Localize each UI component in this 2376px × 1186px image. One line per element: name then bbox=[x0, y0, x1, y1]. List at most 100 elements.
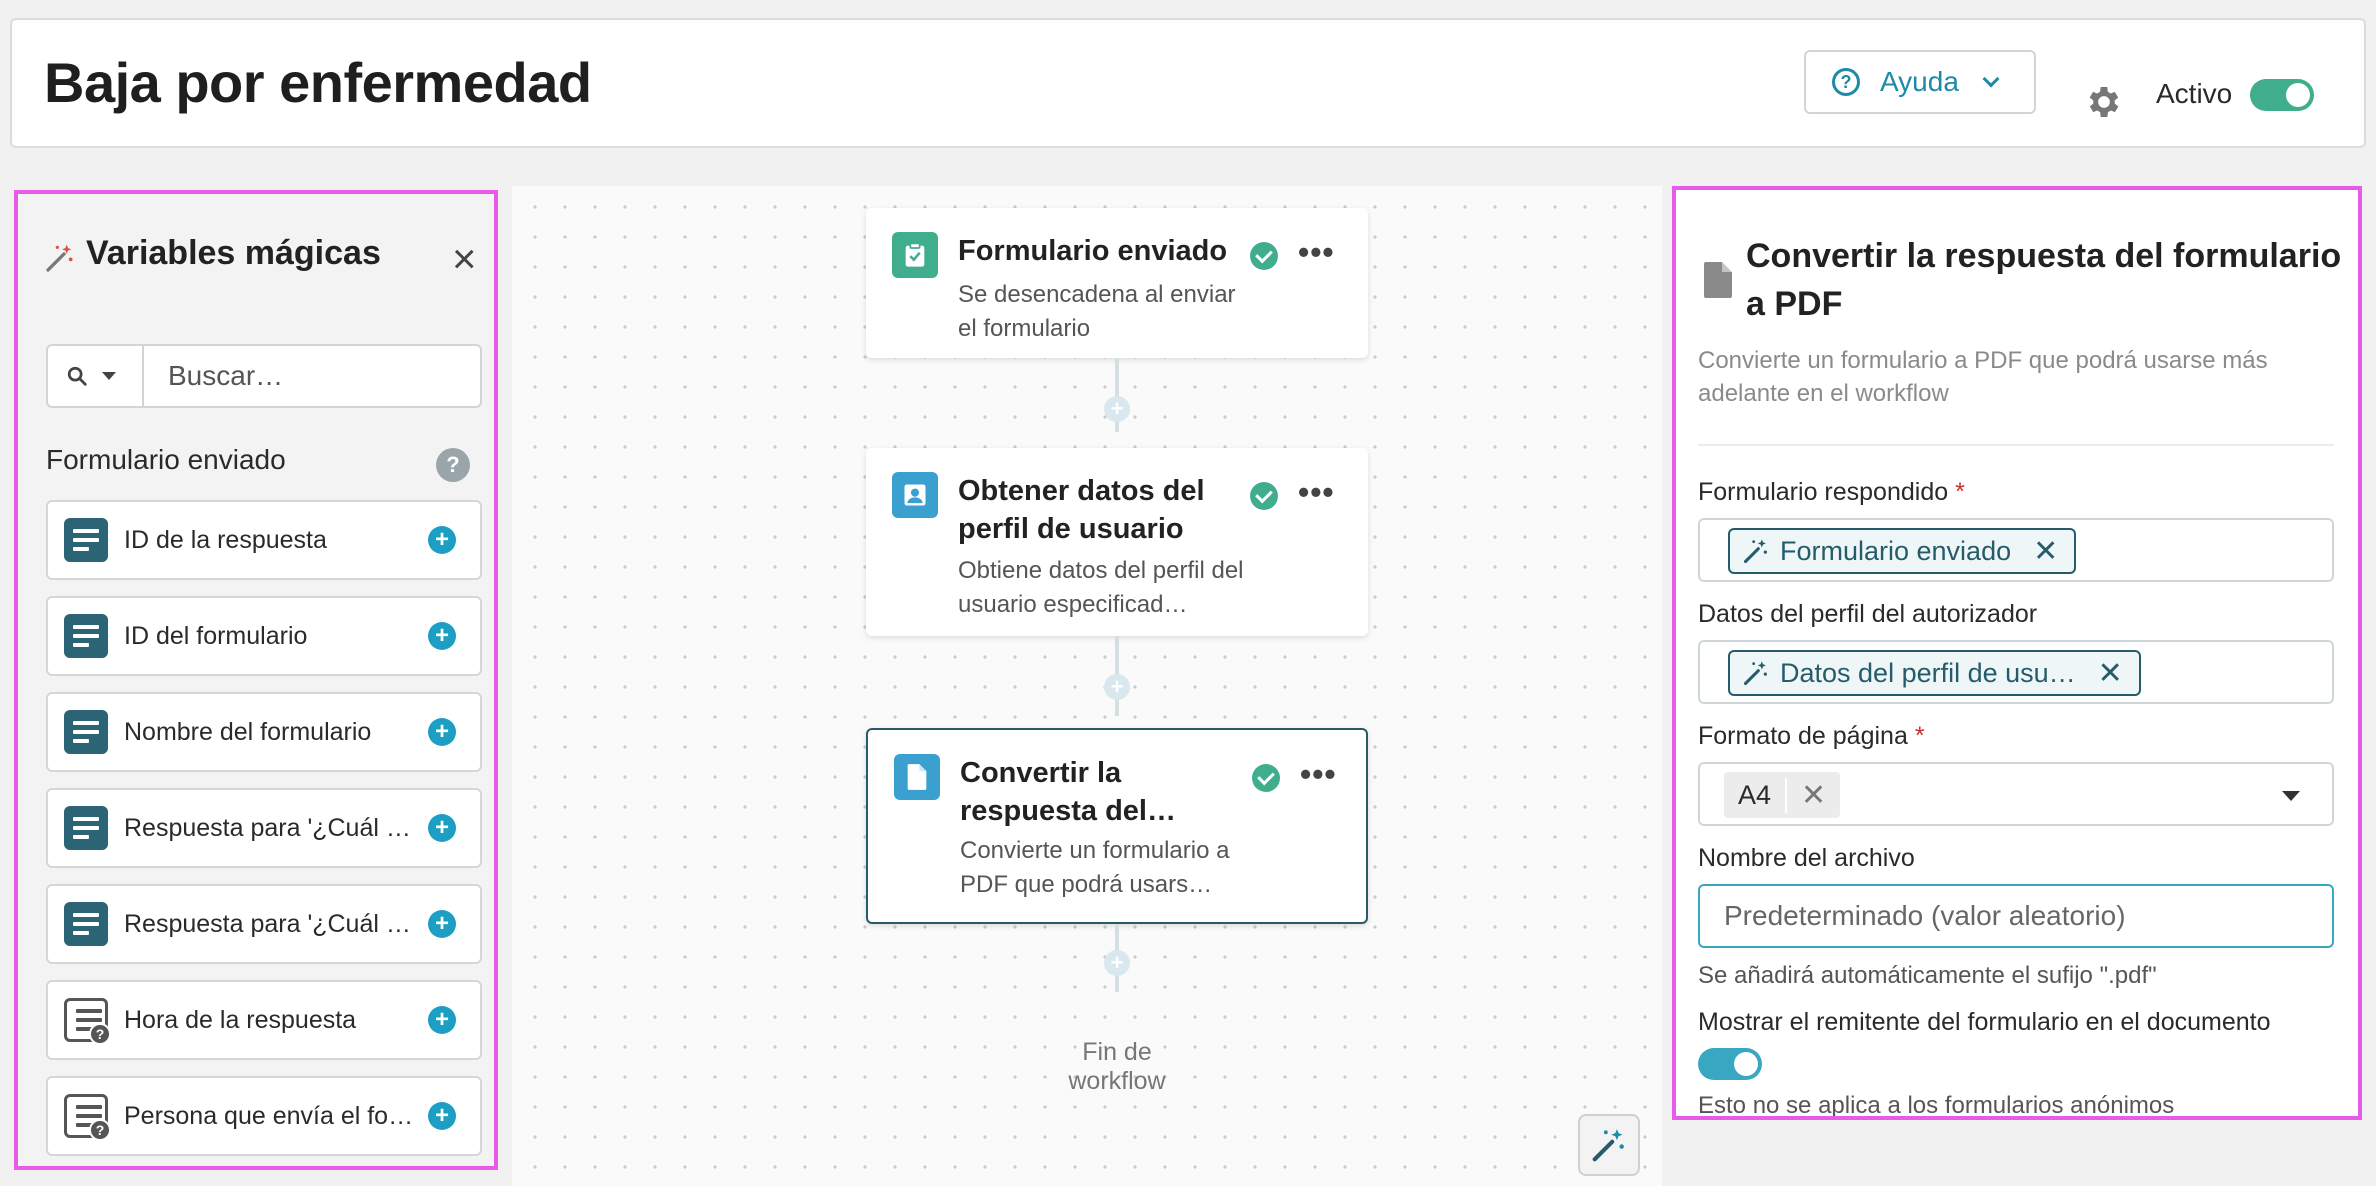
success-check-icon bbox=[1250, 482, 1278, 510]
success-check-icon bbox=[1252, 764, 1280, 792]
variable-list: ID de la respuesta + ID del formulario +… bbox=[46, 500, 482, 1166]
remove-icon[interactable]: ✕ bbox=[1785, 777, 1840, 813]
list-item-label: Respuesta para '¿Cuál e… bbox=[124, 909, 414, 938]
more-options-icon[interactable]: ••• bbox=[1298, 474, 1335, 511]
document-icon bbox=[894, 754, 940, 800]
question-icon: ? bbox=[1832, 68, 1860, 96]
workflow-node-convert-pdf[interactable]: Convertir la respuesta del… Convierte un… bbox=[866, 728, 1368, 924]
magic-wand-icon bbox=[1743, 539, 1767, 564]
list-item[interactable]: ? Hora de la respuesta + bbox=[46, 980, 482, 1060]
magic-wand-icon bbox=[46, 244, 73, 272]
help-button[interactable]: ? Ayuda bbox=[1804, 50, 2036, 114]
field-icon bbox=[64, 518, 108, 562]
filename-hint: Se añadirá automáticamente el sufijo ".p… bbox=[1698, 962, 2157, 989]
node-title: Obtener datos del perfil de usuario bbox=[958, 475, 1205, 545]
form-check-icon bbox=[892, 232, 938, 278]
field-unknown-icon: ? bbox=[64, 998, 111, 1045]
add-icon[interactable]: + bbox=[428, 814, 456, 842]
chip-label: Datos del perfil de usu… bbox=[1780, 657, 2076, 688]
help-circle-icon[interactable]: ? bbox=[436, 448, 470, 482]
add-icon[interactable]: + bbox=[428, 910, 456, 938]
filename-input[interactable] bbox=[1698, 884, 2334, 948]
filename-label: Nombre del archivo bbox=[1698, 844, 1915, 872]
divider bbox=[1698, 444, 2334, 446]
node-description: Obtiene datos del perfil del usuario esp… bbox=[958, 557, 1244, 618]
magic-wand-icon bbox=[1743, 661, 1767, 686]
user-icon bbox=[892, 472, 938, 518]
workflow-node-trigger[interactable]: Formulario enviado Se desencadena al env… bbox=[866, 208, 1368, 358]
panel-description: Convierte un formulario a PDF que podrá … bbox=[1698, 347, 2268, 407]
chip-label: Formulario enviado bbox=[1780, 535, 2012, 566]
show-sender-toggle[interactable] bbox=[1698, 1048, 1762, 1080]
add-step-icon[interactable]: + bbox=[1104, 396, 1130, 422]
add-step-icon[interactable]: + bbox=[1104, 674, 1130, 700]
workflow-node-get-profile[interactable]: Obtener datos del perfil de usuario Obti… bbox=[866, 448, 1368, 636]
app-header: Baja por enfermedad ? Ayuda Activo bbox=[10, 18, 2366, 148]
add-icon[interactable]: + bbox=[428, 1006, 456, 1034]
field-icon bbox=[64, 710, 108, 754]
panel-title: Variables mágicas bbox=[86, 234, 381, 272]
selected-option-label: A4 bbox=[1738, 779, 1772, 810]
caret-down-icon bbox=[102, 372, 116, 380]
add-icon[interactable]: + bbox=[428, 1102, 456, 1130]
help-label: Ayuda bbox=[1880, 66, 1959, 97]
field-icon bbox=[64, 806, 108, 850]
node-title: Formulario enviado bbox=[958, 235, 1228, 267]
add-icon[interactable]: + bbox=[428, 718, 456, 746]
magic-variables-button[interactable] bbox=[1578, 1114, 1640, 1176]
field-unknown-icon: ? bbox=[64, 1094, 111, 1141]
magic-wand-icon bbox=[1592, 1129, 1624, 1162]
magic-variables-panel: Variables mágicas × Formulario enviado ?… bbox=[14, 190, 498, 1170]
show-sender-label: Mostrar el remitente del formulario en e… bbox=[1698, 1008, 2271, 1036]
page-format-label: Formato de página * bbox=[1698, 722, 1925, 750]
active-toggle[interactable] bbox=[2250, 79, 2314, 111]
gear-icon[interactable] bbox=[2084, 82, 2124, 122]
field-icon bbox=[64, 614, 108, 658]
page-format-select[interactable]: A4 ✕ bbox=[1698, 762, 2334, 826]
form-field[interactable]: Formulario enviado ✕ bbox=[1698, 518, 2334, 582]
variable-chip[interactable]: Datos del perfil de usu… ✕ bbox=[1728, 650, 2141, 696]
list-item[interactable]: ID del formulario + bbox=[46, 596, 482, 676]
document-icon bbox=[1704, 262, 1732, 298]
step-config-panel: Convertir la respuesta del formulario a … bbox=[1672, 186, 2362, 1120]
node-title: Convertir la respuesta del… bbox=[960, 757, 1176, 827]
more-options-icon[interactable]: ••• bbox=[1300, 756, 1337, 793]
remove-icon[interactable]: ✕ bbox=[2098, 656, 2123, 691]
list-item[interactable]: Respuesta para '¿Cuál e… + bbox=[46, 884, 482, 964]
active-label: Activo bbox=[2156, 78, 2233, 109]
list-item[interactable]: ID de la respuesta + bbox=[46, 500, 482, 580]
chevron-down-icon bbox=[1982, 70, 2000, 88]
add-icon[interactable]: + bbox=[428, 526, 456, 554]
node-description: Convierte un formulario a PDF que podrá … bbox=[960, 837, 1230, 898]
list-item-label: Persona que envía el for… bbox=[124, 1101, 414, 1130]
close-icon[interactable]: × bbox=[452, 238, 477, 280]
list-item[interactable]: Nombre del formulario + bbox=[46, 692, 482, 772]
list-item-label: Nombre del formulario bbox=[124, 717, 372, 746]
caret-down-icon[interactable] bbox=[2282, 791, 2300, 801]
list-item[interactable]: ? Persona que envía el for… + bbox=[46, 1076, 482, 1156]
panel-title: Convertir la respuesta del formulario a … bbox=[1746, 237, 2342, 323]
more-options-icon[interactable]: ••• bbox=[1298, 234, 1335, 271]
workflow-end-label: Fin de workflow bbox=[1068, 1038, 1166, 1095]
form-field-label: Formulario respondido * bbox=[1698, 478, 1965, 506]
search-icon bbox=[67, 366, 87, 386]
node-description: Se desencadena al enviar el formulario bbox=[958, 281, 1236, 342]
variable-chip[interactable]: Formulario enviado ✕ bbox=[1728, 528, 2077, 574]
list-item-label: Respuesta para '¿Cuál e… bbox=[124, 813, 414, 842]
remove-icon[interactable]: ✕ bbox=[2033, 534, 2058, 569]
section-title: Formulario enviado bbox=[46, 444, 286, 475]
workflow-canvas[interactable]: Formulario enviado Se desencadena al env… bbox=[512, 186, 1662, 1186]
list-item-label: ID de la respuesta bbox=[124, 525, 327, 554]
success-check-icon bbox=[1250, 242, 1278, 270]
search-filter-select[interactable] bbox=[46, 344, 144, 408]
add-icon[interactable]: + bbox=[428, 622, 456, 650]
list-item[interactable]: Respuesta para '¿Cuál e… + bbox=[46, 788, 482, 868]
profile-field[interactable]: Datos del perfil de usu… ✕ bbox=[1698, 640, 2334, 704]
list-item-label: Hora de la respuesta bbox=[124, 1005, 357, 1034]
field-icon bbox=[64, 902, 108, 946]
list-item-label: ID del formulario bbox=[124, 621, 308, 650]
search-input[interactable] bbox=[144, 344, 482, 408]
selected-option-chip: A4 ✕ bbox=[1724, 772, 1841, 818]
add-step-icon[interactable]: + bbox=[1104, 950, 1130, 976]
profile-field-label: Datos del perfil del autorizador bbox=[1698, 600, 2038, 628]
